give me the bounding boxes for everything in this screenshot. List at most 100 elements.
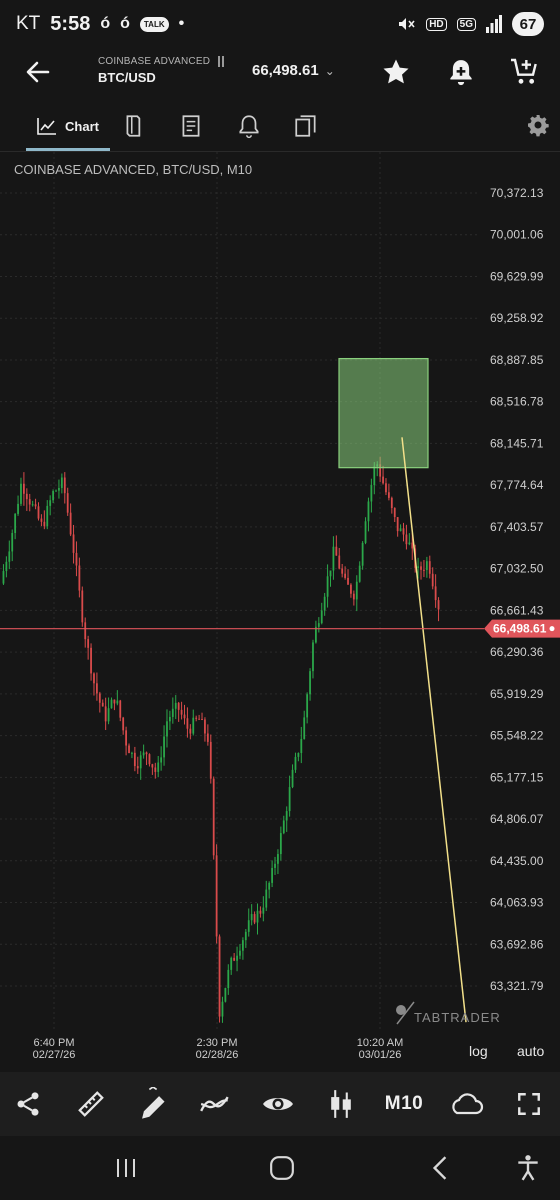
x-tick-time: 6:40 PM <box>34 1037 75 1049</box>
candle-body <box>396 517 399 532</box>
candle-body <box>40 518 43 522</box>
visibility-button[interactable] <box>258 1084 298 1124</box>
fullscreen-icon <box>518 1093 540 1115</box>
tab-chart[interactable]: Chart <box>26 100 110 152</box>
star-icon[interactable] <box>378 54 414 90</box>
candle-body <box>133 752 136 767</box>
candle-body <box>28 499 31 505</box>
tab-alerts[interactable] <box>236 113 262 139</box>
candle-body <box>423 569 425 571</box>
candle-body <box>148 754 151 765</box>
back-arrow-icon[interactable] <box>22 56 54 88</box>
candle-body <box>227 969 230 989</box>
candle-body <box>177 702 180 710</box>
indicators-button[interactable] <box>195 1084 235 1124</box>
candle-body <box>385 483 387 493</box>
candle-body <box>347 577 349 585</box>
price-dropdown[interactable]: 66,498.61 ⌄ <box>252 62 335 79</box>
cart-plus-icon[interactable] <box>507 54 543 90</box>
log-scale-toggle[interactable]: log <box>469 1043 488 1059</box>
candle-body <box>434 586 437 601</box>
y-tick-label: 68,516.78 <box>490 395 544 409</box>
candle-body <box>14 513 17 533</box>
candle-body <box>320 610 323 624</box>
candle-body <box>195 717 198 719</box>
share-button[interactable] <box>8 1084 48 1124</box>
candle-body <box>160 757 163 763</box>
candle-body <box>428 561 431 574</box>
candle-body <box>242 940 244 951</box>
candle-body <box>253 914 256 923</box>
candle-body <box>405 534 408 545</box>
fullscreen-button[interactable] <box>509 1084 549 1124</box>
price-chart[interactable]: 70,372.13 70,001.06 69,629.99 69,258.92 68,8… <box>0 152 560 1070</box>
candle-body <box>323 596 326 611</box>
accessibility-icon <box>518 1155 538 1181</box>
settings-button[interactable] <box>526 113 552 139</box>
carrier-label: KT <box>16 13 41 34</box>
ruler-button[interactable] <box>71 1084 111 1124</box>
y-tick-label: 64,063.93 <box>490 896 544 910</box>
tab-pages[interactable] <box>293 113 319 139</box>
candle-body <box>221 1001 224 1017</box>
tab-receipt[interactable] <box>178 113 204 139</box>
candle-body <box>312 642 314 672</box>
candle-body <box>335 546 338 556</box>
candle-body <box>204 719 206 734</box>
candle-body <box>288 787 291 812</box>
candle-body <box>49 500 52 506</box>
accessibility-button[interactable] <box>510 1150 546 1186</box>
candle-body <box>46 505 49 527</box>
candle-body <box>262 907 265 914</box>
candle-body <box>25 493 28 500</box>
candle-body <box>154 767 157 772</box>
battery-icon: 67 <box>512 12 544 36</box>
candle-body <box>157 762 160 772</box>
y-tick-label: 68,887.85 <box>490 353 544 367</box>
candle-body <box>291 769 294 788</box>
candle-body <box>408 542 411 545</box>
highlight-box <box>338 357 429 469</box>
bell-icon <box>239 115 259 139</box>
timeframe-button[interactable]: M10 <box>382 1084 426 1124</box>
tab-chart-label: Chart <box>65 118 99 134</box>
candle-body <box>78 565 81 591</box>
status-bar: KT 5:58 ó ó TALK • HD 5G 67 <box>0 0 560 48</box>
y-tick-label: 69,258.92 <box>490 311 544 325</box>
candle-body <box>297 753 300 757</box>
talk-notification-icon: TALK <box>139 16 169 32</box>
draw-button[interactable] <box>133 1084 173 1124</box>
bell-plus-icon[interactable] <box>443 54 479 90</box>
candle-body <box>358 565 361 582</box>
cloud-icon <box>452 1093 484 1115</box>
candle-body <box>352 593 355 600</box>
auto-scale-toggle[interactable]: auto <box>517 1043 544 1059</box>
candle-body <box>122 717 125 731</box>
chart-area[interactable]: COINBASE ADVANCED, BTC/USD, M10 70,372.1… <box>0 152 560 1070</box>
candle-body <box>125 730 127 746</box>
candle-body <box>174 702 177 709</box>
candle-body <box>250 914 253 921</box>
candle-body <box>247 920 250 932</box>
chart-type-button[interactable] <box>321 1084 361 1124</box>
back-button[interactable] <box>422 1150 458 1186</box>
candle-body <box>425 561 428 570</box>
tab-book[interactable] <box>122 113 148 139</box>
back-icon <box>432 1156 447 1180</box>
candle-body <box>128 745 130 754</box>
recents-button[interactable] <box>108 1150 144 1186</box>
candle-body <box>317 623 320 627</box>
y-tick-label: 67,774.64 <box>490 478 544 492</box>
candle-body <box>180 709 183 715</box>
pair-selector[interactable]: COINBASE ADVANCED BTC/USD <box>98 56 225 85</box>
candle-body <box>309 671 311 695</box>
home-button[interactable] <box>264 1150 300 1186</box>
candle-body <box>306 694 309 718</box>
y-tick-label: 65,919.29 <box>490 687 544 701</box>
candle-body <box>230 957 233 970</box>
candle-body <box>72 534 75 553</box>
cloud-button[interactable] <box>446 1084 486 1124</box>
candle-body <box>11 532 14 552</box>
y-tick-label: 64,806.07 <box>490 812 544 826</box>
clock: 5:58 <box>50 12 91 35</box>
